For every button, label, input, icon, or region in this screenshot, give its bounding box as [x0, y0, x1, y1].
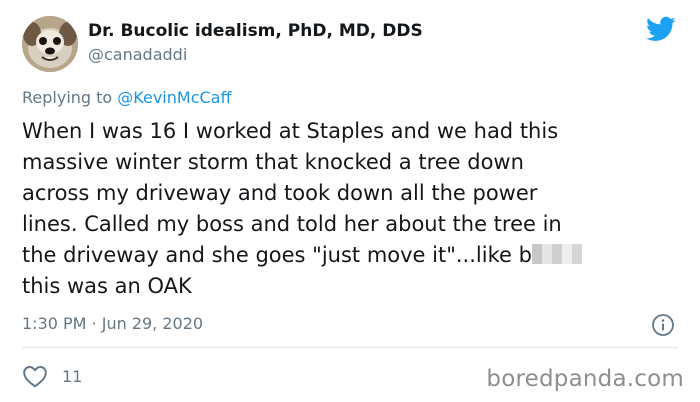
author-avatar[interactable] — [22, 16, 78, 72]
like-action[interactable]: 11 — [22, 364, 82, 388]
reply-mention-link[interactable]: @KevinMcCaff — [117, 88, 231, 107]
boredpanda-watermark: boredpanda.com — [486, 366, 684, 392]
tweet-timestamp[interactable]: 1:30 PM · Jun 29, 2020 — [22, 314, 203, 333]
dog-avatar-icon — [22, 16, 78, 72]
heart-icon[interactable] — [22, 364, 48, 388]
like-count: 11 — [62, 366, 83, 386]
replying-to-line: Replying to @KevinMcCaff — [22, 88, 232, 107]
tweet-card: Dr. Bucolic idealism, PhD, MD, DDS @cana… — [0, 0, 700, 402]
info-icon[interactable] — [651, 313, 675, 337]
tweet-body: When I was 16 I worked at Staples and we… — [22, 116, 682, 302]
divider — [22, 347, 678, 348]
replying-to-label: Replying to — [22, 88, 113, 107]
tweet-text-main: When I was 16 I worked at Staples and we… — [22, 119, 562, 267]
tweet-text-end: this was an OAK — [22, 274, 192, 298]
censor-blur — [531, 244, 582, 264]
twitter-bird-icon[interactable] — [644, 14, 678, 44]
author-display-name[interactable]: Dr. Bucolic idealism, PhD, MD, DDS — [88, 21, 423, 41]
author-handle[interactable]: @canadaddi — [88, 45, 187, 64]
